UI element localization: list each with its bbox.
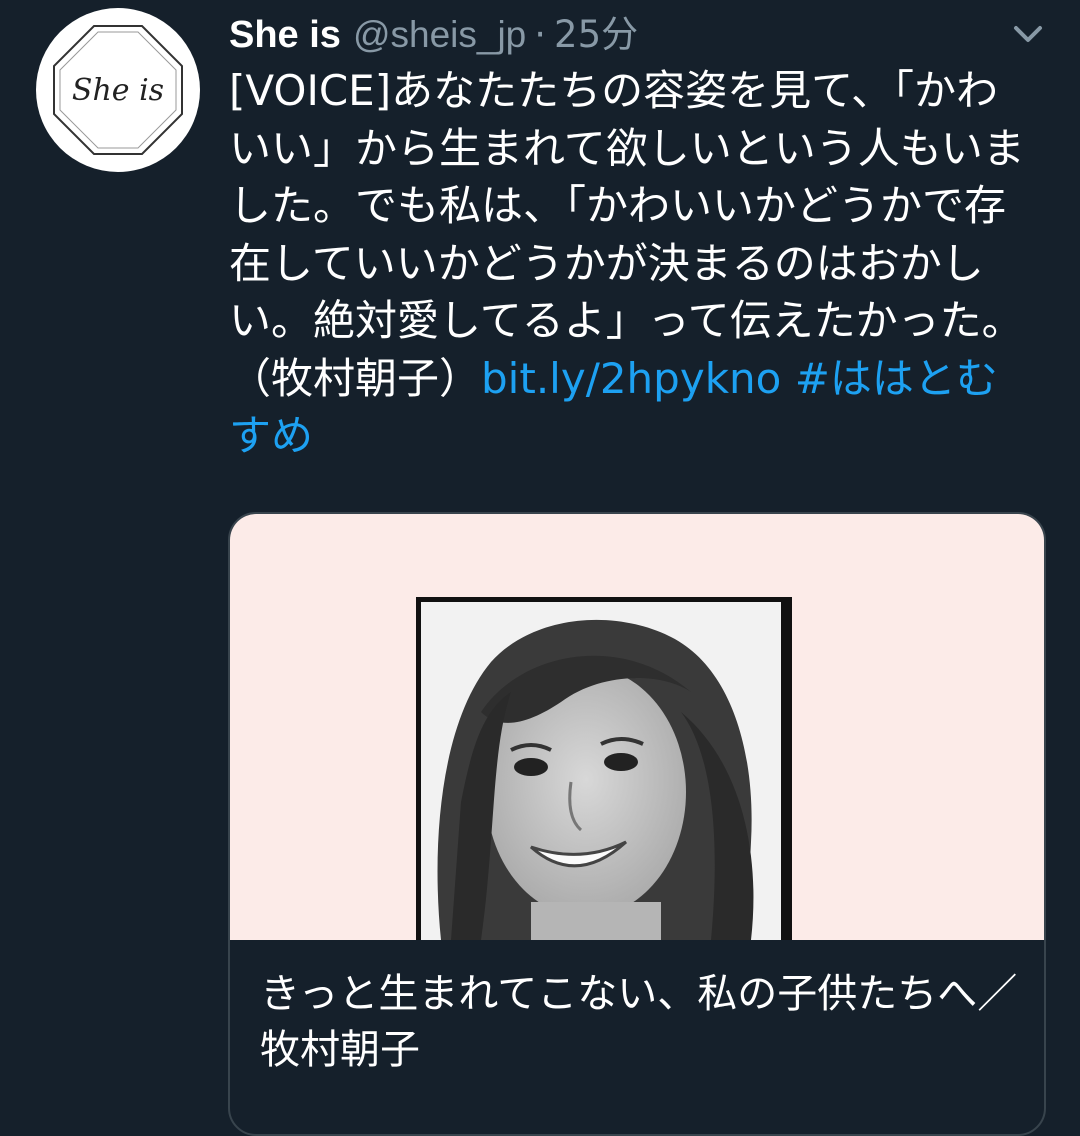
card-title[interactable]: きっと生まれてこない、私の子供たちへ／牧村朝子 — [260, 966, 1020, 1078]
tweet-text-main: [VOICE]あなたたちの容姿を見て、「かわいい」から生まれて欲しいという人もい… — [229, 66, 1025, 403]
avatar[interactable]: She is — [36, 8, 200, 172]
author-handle[interactable]: @sheis_jp — [353, 14, 526, 56]
tweet[interactable]: She is She is @sheis_jp · 25分 [VOICE]あなた… — [0, 0, 1080, 1136]
separator-dot: · — [534, 13, 547, 56]
svg-text:She is: She is — [72, 73, 164, 108]
tweet-link[interactable]: bit.ly/2hpykno — [481, 354, 781, 403]
timestamp[interactable]: 25分 — [554, 4, 638, 58]
portrait-photo — [421, 602, 781, 940]
portrait-frame — [416, 597, 792, 940]
card-image — [230, 514, 1044, 940]
chevron-down-icon[interactable] — [1010, 18, 1046, 48]
tweet-header: She is @sheis_jp · 25分 — [229, 4, 638, 60]
she-is-logo: She is — [53, 25, 183, 155]
author-name[interactable]: She is — [229, 14, 341, 57]
link-card[interactable]: きっと生まれてこない、私の子供たちへ／牧村朝子 — [228, 512, 1046, 1136]
tweet-text: [VOICE]あなたたちの容姿を見て、「かわいい」から生まれて欲しいという人もい… — [229, 62, 1039, 465]
